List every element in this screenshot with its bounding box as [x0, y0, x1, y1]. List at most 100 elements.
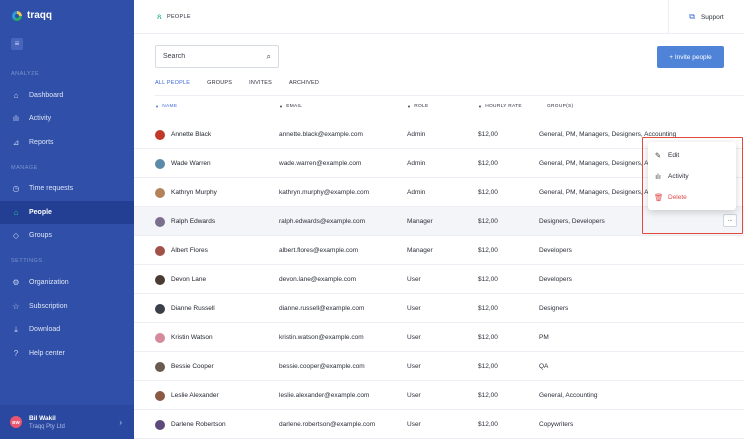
cell-email: wade.warren@example.com: [279, 160, 362, 167]
menu-item-label: Delete: [668, 194, 687, 201]
column-header-label: HOURLY RATE: [485, 104, 522, 109]
user-name: Bil Wakil: [29, 414, 56, 422]
table-row[interactable]: Darlene Robertson darlene.robertson@examp…: [134, 410, 744, 439]
download-icon: ⤓: [14, 324, 18, 334]
brand-name: traqq: [27, 10, 52, 21]
section-label-settings: SETTINGS: [11, 258, 43, 264]
table-row[interactable]: Albert Flores albert.flores@example.com Ma…: [134, 236, 744, 265]
row-actions-menu: ✎ Edit ılı Activity 🗑 Delete: [648, 142, 736, 210]
menu-item-delete[interactable]: 🗑 Delete: [648, 187, 736, 208]
search-box[interactable]: ⌕: [155, 45, 279, 68]
table-row[interactable]: Leslie Alexander leslie.alexander@example…: [134, 381, 744, 410]
cell-role: Admin: [407, 131, 426, 138]
sort-down-icon: ▼: [155, 104, 160, 109]
cell-role: Admin: [407, 160, 426, 167]
sidebar-item-groups[interactable]: ◇ Groups: [0, 224, 134, 247]
tab-invites[interactable]: INVITES: [249, 76, 272, 96]
menu-toggle-icon[interactable]: ≡: [11, 38, 23, 50]
menu-item-edit[interactable]: ✎ Edit: [648, 145, 736, 166]
sidebar-item-label: Organization: [29, 279, 69, 286]
invite-people-button[interactable]: + Invite people: [657, 46, 724, 68]
sidebar-item-download[interactable]: ⤓ Download: [0, 318, 134, 341]
table-row[interactable]: Kristin Watson kristin.watson@example.com…: [134, 323, 744, 352]
cell-groups: General, Accounting: [539, 392, 598, 399]
table-row[interactable]: Dianne Russell dianne.russell@example.com…: [134, 294, 744, 323]
avatar: [155, 332, 165, 343]
table-row[interactable]: Ralph Edwards ralph.edwards@example.com Ma…: [134, 207, 744, 236]
sidebar-item-label: Dashboard: [29, 92, 64, 99]
search-input[interactable]: [163, 53, 253, 60]
people-icon: ጸ: [157, 12, 162, 21]
support-button[interactable]: ⧉ Support: [668, 0, 744, 34]
avatar: [155, 274, 165, 285]
cell-email: darlene.robertson@example.com: [279, 421, 376, 428]
column-header-email[interactable]: ▼ EMAIL: [279, 104, 302, 109]
sidebar-item-label: Download: [29, 326, 61, 333]
cell-role: Admin: [407, 189, 426, 196]
tabs-divider: [155, 95, 744, 96]
menu-item-activity[interactable]: ılı Activity: [648, 166, 736, 187]
person-name[interactable]: Albert Flores: [171, 247, 208, 254]
gear-icon: ⚙: [12, 278, 20, 287]
column-header-name[interactable]: ▼ NAME: [155, 104, 177, 109]
cell-role: User: [407, 334, 421, 341]
sidebar-item-label: Groups: [29, 232, 52, 239]
sidebar-item-dashboard[interactable]: ⌂ Dashboard: [0, 84, 134, 107]
person-name[interactable]: Leslie Alexander: [171, 392, 219, 399]
sidebar-item-activity[interactable]: ılı Activity: [0, 107, 134, 130]
person-name[interactable]: Devon Lane: [171, 276, 206, 283]
sidebar-item-label: Help center: [29, 350, 65, 357]
tab-archived[interactable]: ARCHIVED: [289, 76, 319, 96]
reports-icon: ⊿: [12, 138, 20, 147]
person-name[interactable]: Ralph Edwards: [171, 218, 215, 225]
column-header-label: NAME: [162, 104, 178, 109]
sidebar-item-people[interactable]: ⌂ People: [0, 201, 134, 224]
cell-email: kathryn.murphy@example.com: [279, 189, 370, 196]
sidebar-item-reports[interactable]: ⊿ Reports: [0, 131, 134, 154]
cell-hourly-rate: $12,00: [478, 363, 498, 370]
sidebar-item-help-center[interactable]: ? Help center: [0, 342, 134, 365]
avatar: [155, 129, 165, 140]
person-name[interactable]: Annette Black: [171, 131, 211, 138]
column-header-groups: GROUP(S): [547, 104, 573, 109]
search-icon[interactable]: ⌕: [267, 52, 271, 62]
table-row[interactable]: Bessie Cooper bessie.cooper@example.com Us…: [134, 352, 744, 381]
column-header-hourly-rate[interactable]: ▼ HOURLY RATE: [478, 104, 522, 109]
row-more-button[interactable]: ···: [723, 214, 737, 227]
star-icon: ☆: [12, 302, 20, 311]
tab-all-people[interactable]: ALL PEOPLE: [155, 76, 191, 96]
clock-icon: ◷: [12, 184, 20, 193]
avatar: [155, 245, 165, 256]
column-header-role[interactable]: ▼ ROLE: [407, 104, 429, 109]
cell-role: User: [407, 363, 421, 370]
avatar: [155, 303, 165, 314]
brand[interactable]: traqq: [12, 10, 52, 21]
edit-user-icon: ✎: [654, 151, 662, 160]
cell-name: Ralph Edwards: [155, 207, 215, 236]
person-name[interactable]: Wade Warren: [171, 160, 211, 167]
cell-name: Wade Warren: [155, 149, 211, 178]
cell-hourly-rate: $12,00: [478, 247, 498, 254]
person-name[interactable]: Kristin Watson: [171, 334, 213, 341]
user-profile[interactable]: BW Bil Wakil Traqq Pty Ltd ›: [0, 405, 134, 439]
avatar: [155, 419, 165, 430]
traqq-logo-icon: [12, 10, 22, 21]
sidebar-item-time-requests[interactable]: ◷ Time requests: [0, 177, 134, 200]
cell-groups: Designers, Developers: [539, 218, 605, 225]
sidebar-item-subscription[interactable]: ☆ Subscription: [0, 295, 134, 318]
cell-hourly-rate: $12,00: [478, 276, 498, 283]
table-row[interactable]: Devon Lane devon.lane@example.com User $12,…: [134, 265, 744, 294]
cell-groups: Designers: [539, 305, 569, 312]
cell-name: Bessie Cooper: [155, 352, 214, 381]
chevron-right-icon: ›: [119, 417, 122, 427]
person-name[interactable]: Darlene Robertson: [171, 421, 226, 428]
cell-groups: Developers: [539, 247, 572, 254]
support-label: Support: [700, 13, 724, 21]
chat-icon: ⧉: [689, 12, 695, 21]
tab-groups[interactable]: GROUPS: [207, 76, 232, 96]
person-name[interactable]: Bessie Cooper: [171, 363, 214, 370]
sort-down-icon: ▼: [407, 104, 412, 109]
sidebar-item-organization[interactable]: ⚙ Organization: [0, 271, 134, 294]
person-name[interactable]: Dianne Russell: [171, 305, 215, 312]
person-name[interactable]: Kathryn Murphy: [171, 189, 217, 196]
